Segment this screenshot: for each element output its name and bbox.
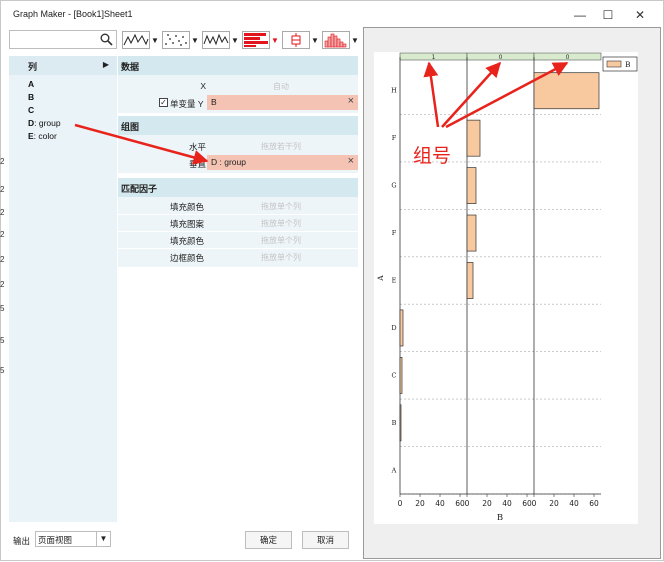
background-row-number: 5 [0, 304, 5, 313]
background-row-number: 5 [0, 366, 5, 375]
background-row-number: 2 [0, 208, 5, 217]
arrow-to-panel-3 [445, 61, 569, 129]
annotation-arrows [74, 61, 569, 165]
background-row-number: 2 [0, 185, 5, 194]
background-row-number: 2 [0, 157, 5, 166]
background-row-number: 2 [0, 230, 5, 239]
background-row-number: 2 [0, 255, 5, 264]
arrow-to-panel-2 [441, 61, 502, 128]
graph-maker-window: Graph Maker - [Book1]Sheet1 — ☐ ✕ ▼ ▼ ▼ … [0, 0, 664, 561]
arrow-to-panel-1 [423, 61, 440, 128]
background-row-number: 5 [0, 336, 5, 345]
arrow-to-vertical-slot [74, 123, 209, 165]
background-row-number: 2 [0, 280, 5, 289]
